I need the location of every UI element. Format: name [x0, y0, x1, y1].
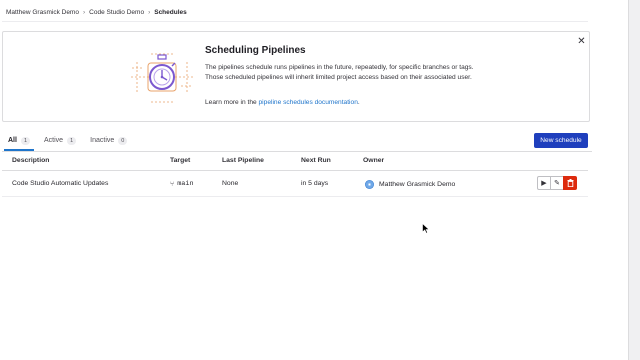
tab-all-count: 1 [20, 136, 31, 145]
window-edge-strip [628, 0, 640, 360]
column-header-next-run: Next Run [301, 157, 331, 164]
breadcrumb: Matthew Grasmick Demo › Code Studio Demo… [6, 6, 187, 18]
tab-inactive[interactable]: Inactive 0 [86, 131, 131, 150]
column-header-last-pipeline: Last Pipeline [222, 157, 264, 164]
trash-glyph [567, 179, 573, 187]
new-schedule-button[interactable]: New schedule [534, 133, 588, 148]
breadcrumb-separator: › [82, 8, 86, 16]
schedule-last-pipeline: None [222, 180, 239, 187]
play-icon[interactable]: ▶ [537, 176, 551, 190]
tab-all-label: All [8, 137, 17, 144]
trash-icon[interactable] [563, 176, 577, 190]
banner-learn-more: Learn more in the pipeline schedules doc… [205, 99, 360, 106]
table-row-divider [2, 196, 588, 197]
pencil-icon[interactable]: ✎ [550, 176, 564, 190]
tab-all[interactable]: All 1 [4, 131, 35, 151]
branch-icon: ⑂ [170, 180, 175, 188]
row-actions: ▶ ✎ [537, 176, 577, 190]
schedule-tabs: All 1 Active 1 Inactive 0 [4, 131, 137, 151]
schedule-description: Code Studio Automatic Updates [12, 180, 109, 187]
tab-inactive-count: 0 [118, 136, 128, 145]
schedule-next-run: in 5 days [301, 180, 329, 187]
column-header-target: Target [170, 157, 191, 164]
pipeline-schedules-docs-link[interactable]: pipeline schedules documentation [259, 99, 358, 106]
breadcrumb-project[interactable]: Code Studio Demo [89, 9, 144, 16]
schedule-target: ⑂ main [170, 180, 194, 188]
owner-name[interactable]: Matthew Grasmick Demo [379, 181, 455, 188]
target-branch-name[interactable]: main [177, 180, 193, 188]
mouse-cursor [422, 223, 430, 234]
avatar[interactable] [365, 180, 374, 189]
tabs-divider [2, 151, 592, 152]
schedule-owner: Matthew Grasmick Demo [365, 180, 455, 189]
breadcrumb-separator: › [148, 8, 151, 16]
tab-active-label: Active [44, 137, 64, 144]
learn-more-prefix: Learn more in the [205, 99, 259, 106]
header-divider [2, 21, 588, 22]
breadcrumb-group[interactable]: Matthew Grasmick Demo [6, 9, 79, 16]
banner-title: Scheduling Pipelines [205, 45, 306, 56]
tab-inactive-label: Inactive [90, 137, 115, 144]
banner-description: The pipelines schedule runs pipelines in… [205, 64, 474, 81]
tab-active[interactable]: Active 1 [40, 131, 80, 150]
column-header-description: Description [12, 157, 50, 164]
breadcrumb-current[interactable]: Schedules [154, 9, 187, 16]
close-icon[interactable]: ✕ [577, 37, 586, 47]
scheduling-pipelines-banner: Scheduling Pipelines The pipelines sched… [2, 31, 590, 122]
column-header-owner: Owner [363, 157, 385, 164]
tab-active-count: 1 [67, 136, 77, 145]
stopwatch-illustration [131, 53, 193, 103]
learn-more-suffix: . [357, 99, 360, 106]
